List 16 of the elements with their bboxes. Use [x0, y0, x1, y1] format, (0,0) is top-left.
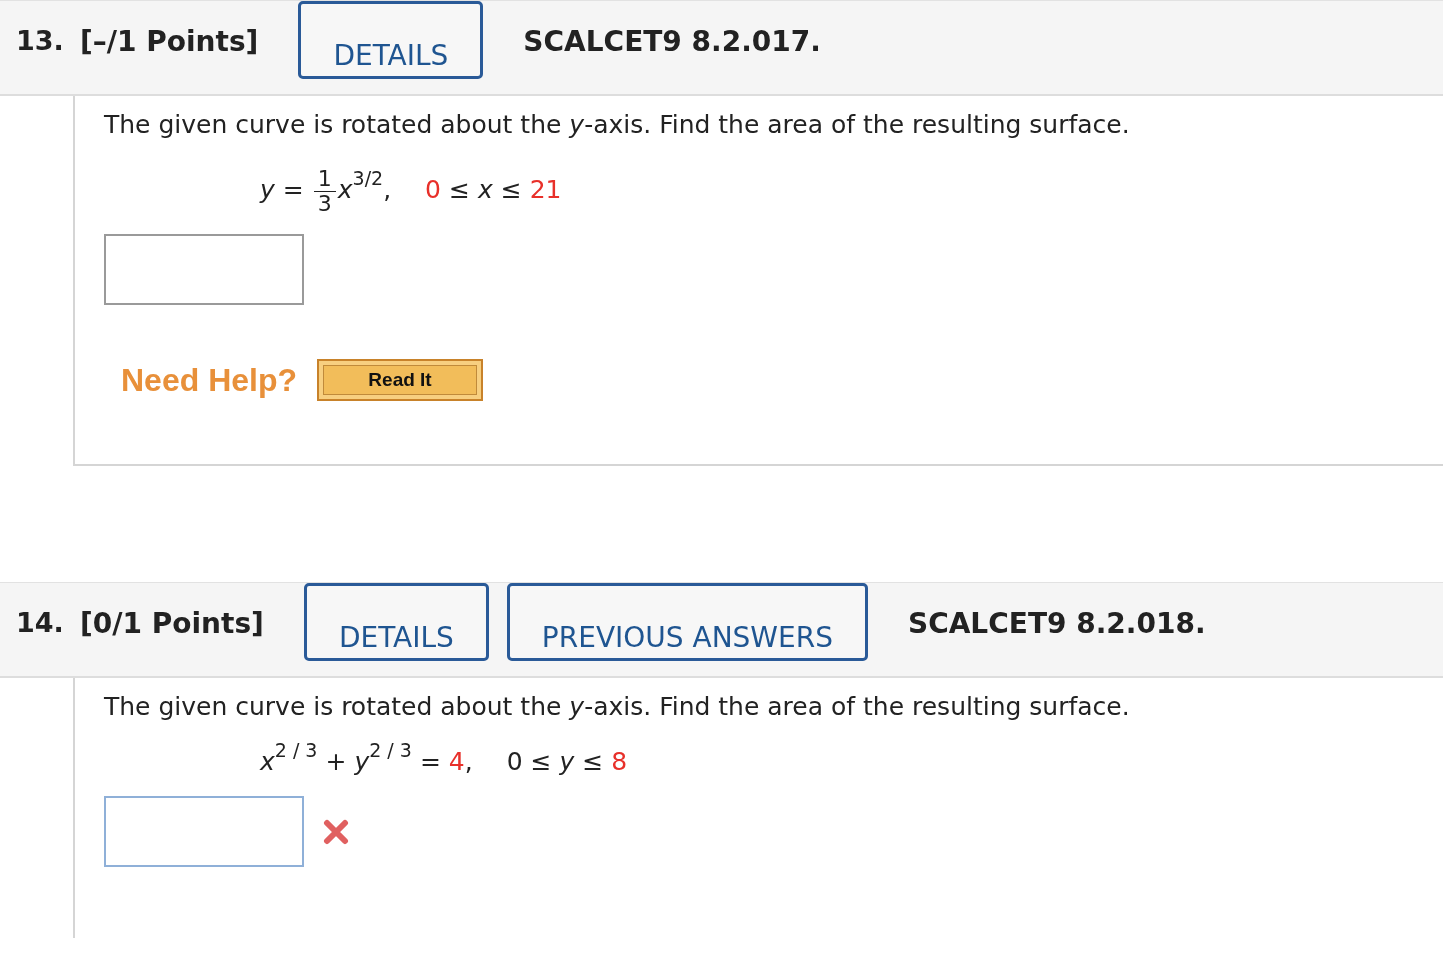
answer-field[interactable]: [104, 796, 304, 867]
answer-field[interactable]: [104, 234, 304, 306]
header-button[interactable]: PREVIOUS ANSWERS: [506, 583, 868, 661]
points-label: [0/1 Points]: [80, 607, 264, 640]
read-it-button[interactable]: Read It: [317, 359, 484, 402]
need-help-label: Need Help?: [121, 361, 298, 399]
header-button[interactable]: DETAILS: [298, 1, 484, 79]
problem-code: SCALCET9 8.2.018.: [908, 607, 1206, 640]
question-text: The given curve is rotated about the y-axis. Find the area of the resulting surface.: [104, 692, 1131, 721]
cross-icon: [322, 818, 350, 845]
header-button[interactable]: DETAILS: [303, 583, 489, 661]
question-text: The given curve is rotated about the y-axis. Find the area of the resulting surface.: [104, 110, 1131, 139]
problem-code: SCALCET9 8.2.017.: [523, 25, 821, 58]
question-number: 14.: [16, 607, 62, 638]
question-number: 13.: [16, 25, 62, 56]
points-label: [–/1 Points]: [80, 25, 259, 58]
